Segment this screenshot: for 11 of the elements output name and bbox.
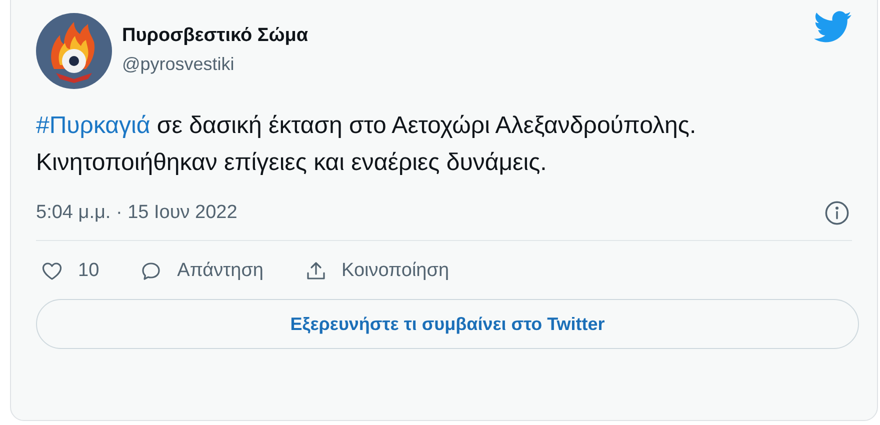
author-handle[interactable]: @pyrosvestiki <box>122 51 308 77</box>
explore-button[interactable]: Εξερευνήστε τι συμβαίνει στο Twitter <box>36 299 859 349</box>
share-action[interactable]: Κοινοποίηση <box>304 256 450 285</box>
info-icon[interactable] <box>824 200 850 226</box>
like-action[interactable]: 10 <box>40 256 100 285</box>
tweet-text: #Πυρκαγιά σε δασική έκταση στο Αετοχώρι Αλεξανδρούπολης. Κινητοποιήθηκαν επίγειες και εναέριες δυνάμεις. <box>36 111 698 178</box>
bird-icon[interactable] <box>814 11 852 43</box>
author-name[interactable]: Πυροσβεστικό Σώμα <box>122 23 308 49</box>
reply-action[interactable]: Απάντηση <box>139 256 264 285</box>
timestamp[interactable]: 5:04 μ.μ. · 15 Ιουν 2022 <box>36 199 238 228</box>
flame-emblem-icon <box>36 13 112 89</box>
